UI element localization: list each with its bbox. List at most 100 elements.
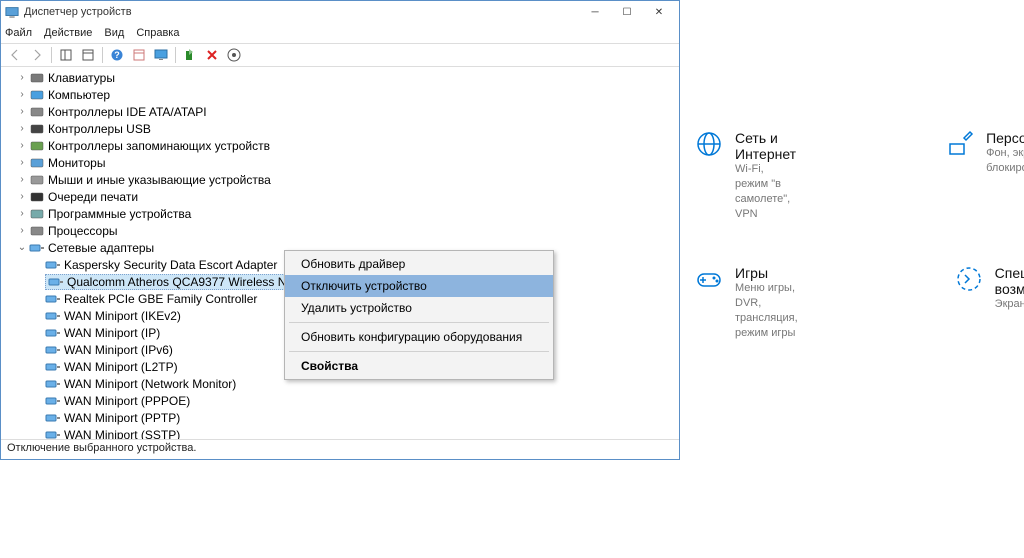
update-button[interactable] xyxy=(180,45,200,65)
details-button[interactable] xyxy=(129,45,149,65)
separator xyxy=(51,47,52,63)
tree-category[interactable]: ›Контроллеры USB xyxy=(7,120,679,137)
settings-card[interactable]: ИгрыМеню игры, DVR, трансляция, режим иг… xyxy=(695,265,805,340)
adapter-icon xyxy=(45,360,61,374)
context-menu-item[interactable]: Удалить устройство xyxy=(285,297,553,319)
tree-category[interactable]: ›Процессоры xyxy=(7,222,679,239)
app-icon xyxy=(5,5,19,19)
maximize-button[interactable]: ☐ xyxy=(611,2,643,22)
category-label: Мыши и иные указывающие устройства xyxy=(48,173,271,187)
context-menu-item[interactable]: Обновить конфигурацию оборудования xyxy=(285,326,553,348)
menubar: Файл Действие Вид Справка xyxy=(1,23,679,43)
disable-button[interactable] xyxy=(202,45,222,65)
back-button[interactable] xyxy=(5,45,25,65)
network-adapter-item[interactable]: WAN Miniport (SSTP) xyxy=(7,426,679,439)
svg-text:?: ? xyxy=(114,50,120,60)
adapter-icon xyxy=(45,292,61,306)
device-icon xyxy=(29,88,45,102)
menu-file[interactable]: Файл xyxy=(5,27,32,39)
category-label: Контроллеры запоминающих устройств xyxy=(48,139,270,153)
tree-category[interactable]: ›Программные устройства xyxy=(7,205,679,222)
device-manager-window: Диспетчер устройств ─ ☐ ✕ Файл Действие … xyxy=(0,0,680,460)
category-label: Контроллеры USB xyxy=(48,122,151,136)
category-label: Сетевые адаптеры xyxy=(48,241,154,255)
network-icon xyxy=(29,241,45,255)
device-icon xyxy=(29,156,45,170)
minimize-button[interactable]: ─ xyxy=(579,2,611,22)
menu-view[interactable]: Вид xyxy=(104,27,124,39)
category-label: Контроллеры IDE ATA/ATAPI xyxy=(48,105,207,119)
separator xyxy=(102,47,103,63)
device-icon xyxy=(29,105,45,119)
adapter-label: WAN Miniport (L2TP) xyxy=(64,360,178,374)
menu-separator xyxy=(289,322,549,323)
adapter-icon xyxy=(45,394,61,408)
adapter-label: WAN Miniport (PPTP) xyxy=(64,411,180,425)
context-menu-item[interactable]: Обновить драйвер xyxy=(285,253,553,275)
forward-button[interactable] xyxy=(27,45,47,65)
network-adapter-item[interactable]: WAN Miniport (PPTP) xyxy=(7,409,679,426)
settings-card[interactable]: Сеть и ИнтернетWi-Fi, режим "в самолете"… xyxy=(695,130,796,221)
context-menu-item[interactable]: Отключить устройство xyxy=(285,275,553,297)
tree-category[interactable]: ›Мыши и иные указывающие устройства xyxy=(7,171,679,188)
adapter-icon xyxy=(45,258,61,272)
context-menu-item[interactable]: Свойства xyxy=(285,355,553,377)
settings-card-icon xyxy=(955,265,983,293)
settings-card-subtitle: Wi-Fi, режим "в самолете", VPN xyxy=(735,162,796,221)
device-icon xyxy=(29,139,45,153)
device-icon xyxy=(29,207,45,221)
device-icon xyxy=(29,71,45,85)
settings-card-subtitle: Экранный диктор, xyxy=(995,297,1024,312)
menu-help[interactable]: Справка xyxy=(136,27,179,39)
help-button[interactable]: ? xyxy=(107,45,127,65)
settings-card-subtitle: Меню игры, DVR, трансляция, режим игры xyxy=(735,281,805,340)
category-label: Мониторы xyxy=(48,156,105,170)
menu-action[interactable]: Действие xyxy=(44,27,92,39)
context-menu: Обновить драйверОтключить устройствоУдал… xyxy=(284,250,554,380)
adapter-icon xyxy=(45,343,61,357)
adapter-label: Kaspersky Security Data Escort Adapter xyxy=(64,258,277,272)
settings-card[interactable]: Специальные возможностиЭкранный диктор, xyxy=(955,265,1024,340)
monitor-button[interactable] xyxy=(151,45,171,65)
settings-card-icon xyxy=(695,265,723,293)
close-button[interactable]: ✕ xyxy=(643,2,675,22)
settings-card-title: Сеть и Интернет xyxy=(735,130,796,162)
separator xyxy=(175,47,176,63)
device-icon xyxy=(29,190,45,204)
tree-category[interactable]: ›Мониторы xyxy=(7,154,679,171)
show-hide-tree-button[interactable] xyxy=(56,45,76,65)
adapter-icon xyxy=(45,309,61,323)
adapter-label: WAN Miniport (IKEv2) xyxy=(64,309,181,323)
tree-category[interactable]: ›Компьютер xyxy=(7,86,679,103)
tree-category[interactable]: ›Контроллеры запоминающих устройств xyxy=(7,137,679,154)
adapter-icon xyxy=(48,275,64,289)
network-adapter-item[interactable]: WAN Miniport (PPPOE) xyxy=(7,392,679,409)
window-title: Диспетчер устройств xyxy=(24,6,132,18)
adapter-icon xyxy=(45,411,61,425)
category-label: Очереди печати xyxy=(48,190,138,204)
menu-separator xyxy=(289,351,549,352)
properties-button[interactable] xyxy=(78,45,98,65)
tree-category[interactable]: ›Клавиатуры xyxy=(7,69,679,86)
adapter-label: WAN Miniport (IP) xyxy=(64,326,160,340)
status-text: Отключение выбранного устройства. xyxy=(7,442,196,454)
settings-panel: Сеть и ИнтернетWi-Fi, режим "в самолете"… xyxy=(695,130,1024,341)
adapter-label: WAN Miniport (PPPOE) xyxy=(64,394,190,408)
adapter-label: WAN Miniport (Network Monitor) xyxy=(64,377,236,391)
tree-category[interactable]: ›Контроллеры IDE ATA/ATAPI xyxy=(7,103,679,120)
category-label: Программные устройства xyxy=(48,207,191,221)
tree-category[interactable]: ›Очереди печати xyxy=(7,188,679,205)
settings-card-subtitle: Фон, экран блокировки xyxy=(986,146,1024,176)
device-icon xyxy=(29,173,45,187)
settings-card[interactable]: ПерсонализацияФон, экран блокировки xyxy=(946,130,1024,221)
settings-card-icon xyxy=(946,130,974,158)
adapter-label: WAN Miniport (IPv6) xyxy=(64,343,173,357)
category-label: Процессоры xyxy=(48,224,118,238)
device-icon xyxy=(29,224,45,238)
toolbar: ? xyxy=(1,43,679,67)
adapter-icon xyxy=(45,326,61,340)
adapter-label: Realtek PCIe GBE Family Controller xyxy=(64,292,257,306)
scan-button[interactable] xyxy=(224,45,244,65)
titlebar: Диспетчер устройств ─ ☐ ✕ xyxy=(1,1,679,23)
settings-card-title: Игры xyxy=(735,265,805,281)
